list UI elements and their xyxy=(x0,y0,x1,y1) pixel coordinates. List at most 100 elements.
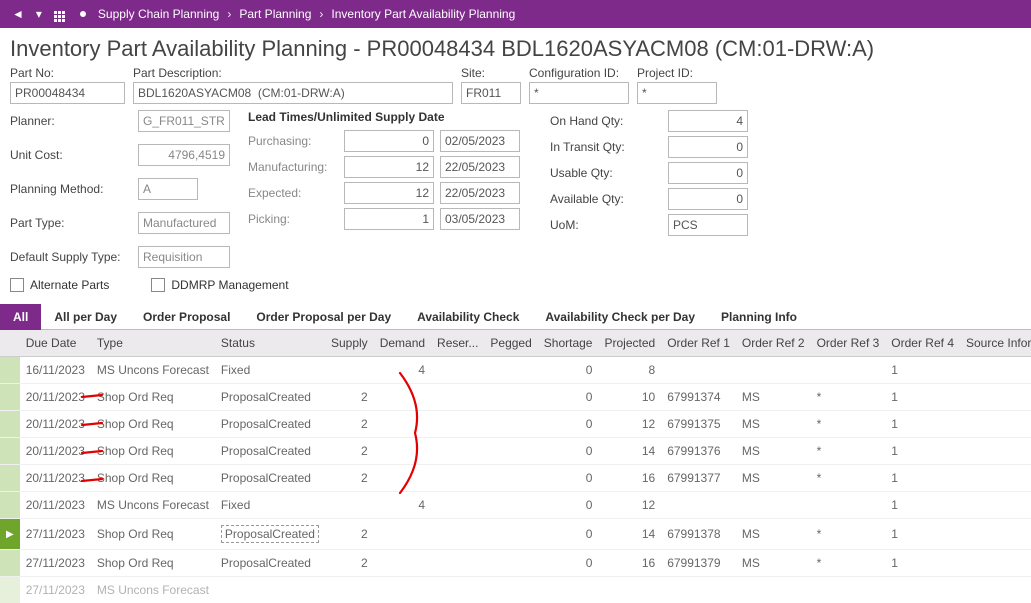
uom-label: UoM: xyxy=(550,218,660,232)
cell: 0 xyxy=(538,519,599,550)
col-status[interactable]: Status xyxy=(215,330,325,357)
row-marker[interactable] xyxy=(0,438,20,465)
col-source-inform-[interactable]: Source Inform... xyxy=(960,330,1031,357)
row-marker[interactable] xyxy=(0,411,20,438)
tab-all[interactable]: All xyxy=(0,304,41,330)
breadcrumb-1[interactable]: Supply Chain Planning xyxy=(92,7,225,21)
cell xyxy=(431,550,484,577)
table-row[interactable]: 16/11/2023MS Uncons ForecastFixed4081 xyxy=(0,357,1031,384)
col-reser-[interactable]: Reser... xyxy=(431,330,484,357)
col-order-ref-4[interactable]: Order Ref 4 xyxy=(885,330,960,357)
row-marker[interactable] xyxy=(0,550,20,577)
site-field[interactable] xyxy=(461,82,521,104)
col-type[interactable]: Type xyxy=(91,330,215,357)
back-icon[interactable]: ◄ xyxy=(6,7,30,21)
row-marker[interactable] xyxy=(0,577,20,603)
table-row[interactable]: 20/11/2023Shop Ord ReqProposalCreated201… xyxy=(0,465,1031,492)
col-demand[interactable]: Demand xyxy=(374,330,431,357)
tab-order-proposal[interactable]: Order Proposal xyxy=(130,304,243,330)
table-row[interactable]: 27/11/2023Shop Ord ReqProposalCreated201… xyxy=(0,550,1031,577)
lt-picking-label: Picking: xyxy=(248,212,338,226)
table-row[interactable]: 27/11/2023MS Uncons Forecast xyxy=(0,577,1031,603)
cell xyxy=(960,577,1031,603)
breadcrumb-3[interactable]: Inventory Part Availability Planning xyxy=(325,7,521,21)
cell xyxy=(431,492,484,519)
tab-availability-check[interactable]: Availability Check xyxy=(404,304,532,330)
col-supply[interactable]: Supply xyxy=(325,330,374,357)
col-projected[interactable]: Projected xyxy=(598,330,661,357)
apps-icon[interactable] xyxy=(48,3,74,25)
col-order-ref-2[interactable]: Order Ref 2 xyxy=(736,330,811,357)
parttype-field[interactable] xyxy=(138,212,230,234)
results-grid[interactable]: Due DateTypeStatusSupplyDemandReser...Pe… xyxy=(0,330,1031,603)
cell: ProposalCreated xyxy=(215,411,325,438)
page-title: Inventory Part Availability Planning - P… xyxy=(0,28,1031,66)
tab-planning-info[interactable]: Planning Info xyxy=(708,304,810,330)
part-no-field[interactable] xyxy=(10,82,125,104)
app-topbar: ◄ ▾ Supply Chain Planning › Part Plannin… xyxy=(0,0,1031,28)
col-order-ref-3[interactable]: Order Ref 3 xyxy=(811,330,886,357)
cell: 1 xyxy=(885,384,960,411)
table-row[interactable]: 20/11/2023Shop Ord ReqProposalCreated201… xyxy=(0,411,1031,438)
row-marker[interactable]: ▶ xyxy=(0,519,20,550)
defsupply-field[interactable] xyxy=(138,246,230,268)
intransit-field[interactable] xyxy=(668,136,748,158)
config-field[interactable] xyxy=(529,82,629,104)
cell xyxy=(431,438,484,465)
planmeth-field[interactable] xyxy=(138,178,198,200)
unitcost-field[interactable] xyxy=(138,144,230,166)
cell: 1 xyxy=(885,465,960,492)
planner-field[interactable] xyxy=(138,110,230,132)
project-field[interactable] xyxy=(637,82,717,104)
cell: ProposalCreated xyxy=(215,465,325,492)
planmeth-label: Planning Method: xyxy=(10,182,138,196)
row-marker[interactable] xyxy=(0,492,20,519)
cell: 8 xyxy=(598,357,661,384)
lt-purchasing-val[interactable] xyxy=(344,130,434,152)
cell: * xyxy=(811,550,886,577)
table-row[interactable]: ▶27/11/2023Shop Ord ReqProposalCreated20… xyxy=(0,519,1031,550)
site-label: Site: xyxy=(461,66,521,80)
lt-mfg-val[interactable] xyxy=(344,156,434,178)
lead-times-block: Lead Times/Unlimited Supply Date Purchas… xyxy=(248,110,520,230)
cell xyxy=(374,550,431,577)
part-desc-field[interactable] xyxy=(133,82,453,104)
tab-all-per-day[interactable]: All per Day xyxy=(41,304,130,330)
row-marker[interactable] xyxy=(0,384,20,411)
ddmrp-checkbox[interactable] xyxy=(151,278,165,292)
parttype-label: Part Type: xyxy=(10,216,138,230)
intransit-label: In Transit Qty: xyxy=(550,140,660,154)
cell: 1 xyxy=(885,438,960,465)
cell: 2 xyxy=(325,519,374,550)
cell xyxy=(374,519,431,550)
row-marker[interactable] xyxy=(0,465,20,492)
dropdown-icon[interactable]: ▾ xyxy=(30,7,48,21)
col-due-date[interactable]: Due Date xyxy=(20,330,91,357)
available-field[interactable] xyxy=(668,188,748,210)
lt-mfg-date[interactable] xyxy=(440,156,520,178)
cell xyxy=(661,357,736,384)
uom-field[interactable] xyxy=(668,214,748,236)
onhand-field[interactable] xyxy=(668,110,748,132)
lt-expected-val[interactable] xyxy=(344,182,434,204)
alt-parts-checkbox[interactable] xyxy=(10,278,24,292)
table-row[interactable]: 20/11/2023Shop Ord ReqProposalCreated201… xyxy=(0,384,1031,411)
breadcrumb-2[interactable]: Part Planning xyxy=(233,7,317,21)
lead-times-heading: Lead Times/Unlimited Supply Date xyxy=(248,110,520,126)
table-row[interactable]: 20/11/2023Shop Ord ReqProposalCreated201… xyxy=(0,438,1031,465)
col-order-ref-1[interactable]: Order Ref 1 xyxy=(661,330,736,357)
cell xyxy=(598,577,661,603)
lt-expected-date[interactable] xyxy=(440,182,520,204)
lt-purchasing-date[interactable] xyxy=(440,130,520,152)
usable-field[interactable] xyxy=(668,162,748,184)
col-pegged[interactable]: Pegged xyxy=(484,330,537,357)
lt-picking-date[interactable] xyxy=(440,208,520,230)
lt-picking-val[interactable] xyxy=(344,208,434,230)
cell: 27/11/2023 xyxy=(20,519,91,550)
row-marker[interactable] xyxy=(0,357,20,384)
tab-order-proposal-per-day[interactable]: Order Proposal per Day xyxy=(243,304,404,330)
tab-availability-check-per-day[interactable]: Availability Check per Day xyxy=(532,304,708,330)
cell xyxy=(811,577,886,603)
col-shortage[interactable]: Shortage xyxy=(538,330,599,357)
table-row[interactable]: 20/11/2023MS Uncons ForecastFixed40121 xyxy=(0,492,1031,519)
